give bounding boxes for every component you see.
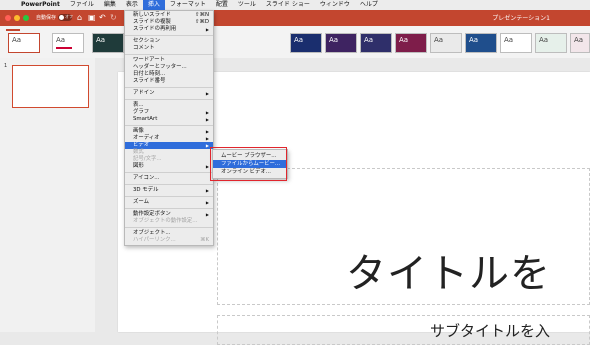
submenu-arrow-icon: ▶ xyxy=(205,117,209,122)
menu-app-name[interactable]: PowerPoint xyxy=(16,0,65,10)
menu-separator xyxy=(125,227,213,228)
theme-thumbnail[interactable]: Aa xyxy=(8,33,40,53)
menu-item-header-footer[interactable]: ヘッダーとフッター... xyxy=(125,64,213,71)
theme-thumbnail[interactable]: Aa xyxy=(92,33,124,53)
menu-separator xyxy=(125,172,213,173)
theme-thumbnail[interactable]: Aa xyxy=(500,33,532,53)
shortcut-hyperlink: ⌘K xyxy=(200,237,209,243)
title-placeholder[interactable]: タイトルを xyxy=(217,168,590,305)
menu-edit[interactable]: 編集 xyxy=(99,0,121,10)
menu-item-hyperlink[interactable]: ハイパーリンク... ⌘K xyxy=(125,237,213,244)
menu-item-smartart[interactable]: SmartArt ▶ xyxy=(125,116,213,123)
submenu-arrow-icon: ▶ xyxy=(205,91,209,96)
menu-item-duplicate-slide[interactable]: スライドの複製 ⇧⌘D xyxy=(125,19,213,26)
menu-item-date-time[interactable]: 日付と時刻... xyxy=(125,71,213,78)
menu-item-wordart[interactable]: ワードアート xyxy=(125,57,213,64)
title-placeholder-text: タイトルを xyxy=(346,251,551,297)
menu-insert[interactable]: 挿入 xyxy=(142,0,165,10)
insert-menu: 新しいスライド ⇧⌘N スライドの複製 ⇧⌘D スライドの再利用 ▶ セクション コメ… xyxy=(124,10,214,246)
menu-item-object-action[interactable]: オブジェクトの動作設定... xyxy=(125,218,213,225)
menu-separator xyxy=(125,35,213,36)
home-icon[interactable]: ⌂ xyxy=(77,13,82,23)
menu-item-section[interactable]: セクション xyxy=(125,38,213,45)
menu-item-object[interactable]: オブジェクト... xyxy=(125,230,213,237)
menu-item-icons[interactable]: アイコン... xyxy=(125,175,213,182)
menu-item-comment[interactable]: コメント xyxy=(125,45,213,52)
window-titlebar: 自動保存 オフ ⌂ ▣ ↶ ↻ プレゼンテーション1 xyxy=(0,10,590,26)
submenu-arrow-icon: ▶ xyxy=(205,188,209,193)
save-icon[interactable]: ▣ xyxy=(88,13,96,23)
menu-item-chart[interactable]: グラフ ▶ xyxy=(125,109,213,116)
menu-item-equation[interactable]: 数式 xyxy=(125,149,213,156)
menu-item-shape[interactable]: 図形 ▶ xyxy=(125,163,213,170)
menu-item-slide-number[interactable]: スライド番号 xyxy=(125,78,213,85)
menu-window[interactable]: ウィンドウ xyxy=(315,0,355,10)
minimize-window-button[interactable] xyxy=(14,15,20,21)
menu-separator xyxy=(125,184,213,185)
shortcut-duplicate-slide: ⇧⌘D xyxy=(194,19,209,25)
theme-thumbnail[interactable]: Aa xyxy=(395,33,427,53)
menu-item-audio[interactable]: オーディオ ▶ xyxy=(125,135,213,142)
ribbon: Aa Aa Aa Aa Aa Aa Aa Aa Aa Aa Aa Aa xyxy=(0,26,590,59)
shortcut-new-slide: ⇧⌘N xyxy=(195,12,209,18)
submenu-arrow-icon: ▶ xyxy=(205,110,209,115)
menu-item-picture[interactable]: 画像 ▶ xyxy=(125,128,213,135)
theme-thumbnail[interactable]: Aa xyxy=(570,33,590,53)
menu-separator xyxy=(125,87,213,88)
submenu-arrow-icon: ▶ xyxy=(205,136,209,141)
theme-thumbnail[interactable]: Aa xyxy=(535,33,567,53)
active-tab-indicator xyxy=(6,29,20,31)
submenu-arrow-icon: ▶ xyxy=(205,212,209,217)
menu-item-reuse-slide[interactable]: スライドの再利用 ▶ xyxy=(125,26,213,33)
menu-separator xyxy=(125,208,213,209)
menu-view[interactable]: 表示 xyxy=(121,0,143,10)
theme-thumbnail[interactable]: Aa xyxy=(430,33,462,53)
menu-item-table[interactable]: 表... xyxy=(125,102,213,109)
theme-thumbnail[interactable]: Aa xyxy=(465,33,497,53)
menu-slideshow[interactable]: スライド ショー xyxy=(261,0,315,10)
menu-item-video[interactable]: ビデオ ▶ xyxy=(125,142,213,149)
theme-thumbnail[interactable]: Aa xyxy=(52,33,84,53)
menu-separator xyxy=(125,125,213,126)
menu-bar: PowerPoint ファイル 編集 表示 挿入 フォーマット 配置 ツール ス… xyxy=(0,0,590,10)
slide-thumbnail[interactable] xyxy=(12,65,89,108)
menu-item-3d-model[interactable]: 3D モデル ▶ xyxy=(125,187,213,194)
menu-help[interactable]: ヘルプ xyxy=(355,0,383,10)
theme-thumbnail[interactable]: Aa xyxy=(290,33,322,53)
annotation-highlight-box xyxy=(210,147,287,181)
redo-icon[interactable]: ↻ xyxy=(110,13,117,23)
submenu-arrow-icon: ▶ xyxy=(205,200,209,205)
menu-item-new-slide[interactable]: 新しいスライド ⇧⌘N xyxy=(125,12,213,19)
menu-format[interactable]: フォーマット xyxy=(165,0,211,10)
autosave-toggle-label: オフ xyxy=(65,14,73,19)
close-window-button[interactable] xyxy=(5,15,11,21)
menu-item-zoom[interactable]: ズーム ▶ xyxy=(125,199,213,206)
subtitle-placeholder[interactable]: サブタイトルを入 xyxy=(217,315,590,345)
maximize-window-button[interactable] xyxy=(23,15,29,21)
submenu-arrow-icon: ▶ xyxy=(205,27,209,32)
slides-pane: 1 xyxy=(0,58,96,332)
menu-separator xyxy=(125,54,213,55)
theme-thumbnail[interactable]: Aa xyxy=(360,33,392,53)
menu-separator xyxy=(125,196,213,197)
menu-separator xyxy=(125,99,213,100)
slide-number: 1 xyxy=(4,63,8,69)
theme-thumbnail[interactable]: Aa xyxy=(325,33,357,53)
undo-icon[interactable]: ↶ xyxy=(99,13,106,23)
submenu-arrow-icon: ▶ xyxy=(205,129,209,134)
menu-item-symbol[interactable]: 記号/文字... xyxy=(125,156,213,163)
menu-tools[interactable]: ツール xyxy=(233,0,261,10)
menu-arrange[interactable]: 配置 xyxy=(211,0,233,10)
menu-item-addins[interactable]: アドイン ▶ xyxy=(125,90,213,97)
menu-item-action-button[interactable]: 動作設定ボタン ▶ xyxy=(125,211,213,218)
submenu-arrow-icon: ▶ xyxy=(205,164,209,169)
autosave-label: 自動保存 xyxy=(36,15,57,21)
submenu-arrow-icon: ▶ xyxy=(205,143,209,148)
document-title: プレゼンテーション1 xyxy=(492,15,550,22)
subtitle-placeholder-text: サブタイトルを入 xyxy=(430,322,551,340)
menu-file[interactable]: ファイル xyxy=(65,0,99,10)
